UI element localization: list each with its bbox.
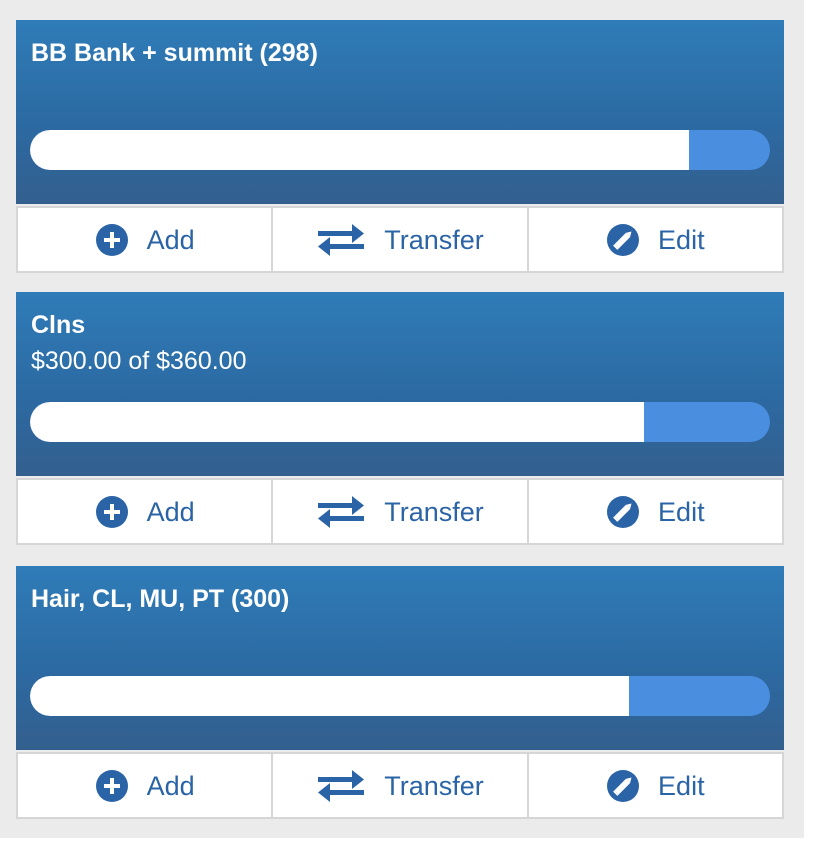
progress-fill [30, 402, 645, 442]
edit-label: Edit [658, 770, 705, 801]
envelope-actions: Add Transfer Edit [16, 752, 784, 819]
progress-fill [30, 130, 689, 170]
envelope-amount [31, 74, 770, 104]
plus-circle-icon [95, 769, 129, 803]
edit-button[interactable]: Edit [526, 478, 784, 545]
envelope-title: Clns [31, 311, 86, 339]
pencil-circle-icon [606, 769, 640, 803]
pencil-circle-icon [606, 495, 640, 529]
envelope-card: Clns $300.00 of $360.00 Add Transfer Edi… [16, 292, 784, 545]
transfer-label: Transfer [384, 224, 484, 255]
transfer-button[interactable]: Transfer [271, 478, 527, 545]
transfer-arrows-icon [316, 769, 366, 803]
add-button[interactable]: Add [16, 752, 272, 819]
envelope-title: BB Bank + summit (298) [31, 39, 318, 67]
edit-label: Edit [658, 496, 705, 527]
envelope-actions: Add Transfer Edit [16, 478, 784, 545]
envelope-card: Hair, CL, MU, PT (300) Add Transfer Edit [16, 566, 784, 819]
envelope-progress-bar [30, 130, 770, 170]
add-label: Add [146, 224, 195, 255]
envelope-header[interactable]: Clns $300.00 of $360.00 [16, 292, 784, 476]
envelope-amount: $300.00 of $360.00 [31, 347, 247, 375]
envelope-header[interactable]: BB Bank + summit (298) [16, 20, 784, 204]
plus-circle-icon [95, 495, 129, 529]
transfer-button[interactable]: Transfer [271, 752, 527, 819]
envelope-title: Hair, CL, MU, PT (300) [31, 585, 290, 613]
add-button[interactable]: Add [16, 206, 272, 273]
edit-button[interactable]: Edit [526, 752, 784, 819]
transfer-label: Transfer [384, 770, 484, 801]
envelope-header[interactable]: Hair, CL, MU, PT (300) [16, 566, 784, 750]
envelope-actions: Add Transfer Edit [16, 206, 784, 273]
transfer-arrows-icon [316, 495, 366, 529]
envelope-card: BB Bank + summit (298) Add Transfer Edit [16, 20, 784, 273]
pencil-circle-icon [606, 223, 640, 257]
envelope-progress-bar [30, 402, 770, 442]
add-label: Add [146, 496, 195, 527]
progress-fill [30, 676, 630, 716]
add-button[interactable]: Add [16, 478, 272, 545]
envelope-progress-bar [30, 676, 770, 716]
transfer-label: Transfer [384, 496, 484, 527]
plus-circle-icon [95, 223, 129, 257]
edit-button[interactable]: Edit [526, 206, 784, 273]
edit-label: Edit [658, 224, 705, 255]
envelope-amount [31, 620, 770, 650]
transfer-button[interactable]: Transfer [271, 206, 527, 273]
add-label: Add [146, 770, 195, 801]
transfer-arrows-icon [316, 223, 366, 257]
